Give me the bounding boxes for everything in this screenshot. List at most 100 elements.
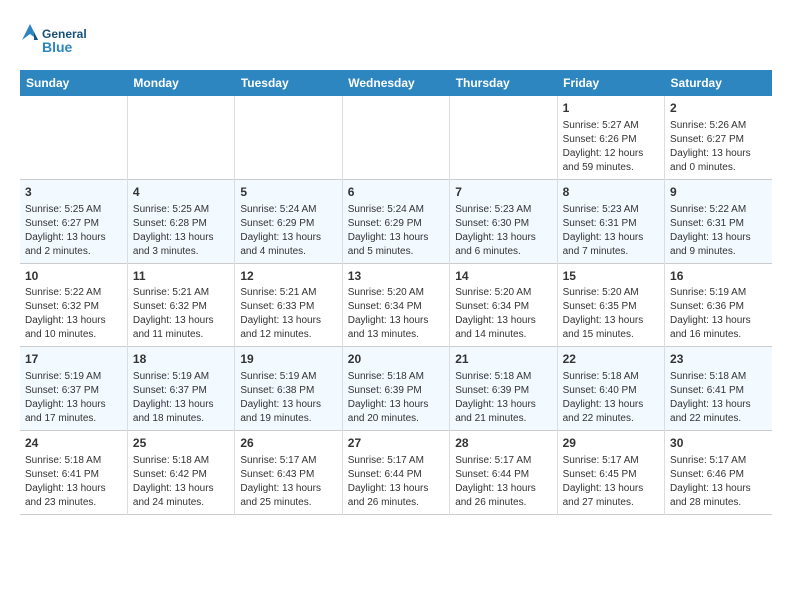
day-cell [450,96,557,179]
day-info: Sunrise: 5:25 AM [25,203,122,217]
day-info: Sunset: 6:31 PM [563,217,659,231]
day-info: Daylight: 13 hours and 6 minutes. [455,231,551,259]
day-cell: 14Sunrise: 5:20 AMSunset: 6:34 PMDayligh… [450,263,557,347]
day-info: Sunset: 6:32 PM [133,300,229,314]
day-cell: 10Sunrise: 5:22 AMSunset: 6:32 PMDayligh… [20,263,127,347]
day-info: Sunrise: 5:22 AM [670,203,767,217]
day-info: Daylight: 13 hours and 0 minutes. [670,147,767,175]
day-number: 2 [670,100,767,117]
day-cell: 18Sunrise: 5:19 AMSunset: 6:37 PMDayligh… [127,347,234,431]
day-info: Daylight: 13 hours and 23 minutes. [25,482,122,510]
day-cell: 4Sunrise: 5:25 AMSunset: 6:28 PMDaylight… [127,179,234,263]
day-info: Sunset: 6:35 PM [563,300,659,314]
svg-text:Blue: Blue [42,39,73,55]
day-info: Daylight: 13 hours and 11 minutes. [133,314,229,342]
day-info: Daylight: 13 hours and 18 minutes. [133,398,229,426]
day-cell: 22Sunrise: 5:18 AMSunset: 6:40 PMDayligh… [557,347,664,431]
day-cell: 23Sunrise: 5:18 AMSunset: 6:41 PMDayligh… [665,347,772,431]
day-header-thursday: Thursday [450,70,557,96]
day-number: 16 [670,268,767,285]
day-info: Sunrise: 5:17 AM [563,454,659,468]
day-info: Daylight: 13 hours and 22 minutes. [563,398,659,426]
day-cell: 17Sunrise: 5:19 AMSunset: 6:37 PMDayligh… [20,347,127,431]
day-info: Sunset: 6:38 PM [240,384,336,398]
day-info: Sunrise: 5:23 AM [563,203,659,217]
day-info: Sunset: 6:27 PM [670,133,767,147]
day-info: Daylight: 12 hours and 59 minutes. [563,147,659,175]
day-info: Sunset: 6:40 PM [563,384,659,398]
day-info: Sunrise: 5:23 AM [455,203,551,217]
day-number: 6 [348,184,444,201]
day-cell: 1 Sunrise: 5:27 AMSunset: 6:26 PMDaylight… [557,96,664,179]
day-info: Daylight: 13 hours and 26 minutes. [455,482,551,510]
day-info: Sunset: 6:39 PM [455,384,551,398]
day-cell: 13Sunrise: 5:20 AMSunset: 6:34 PMDayligh… [342,263,449,347]
calendar-table: SundayMondayTuesdayWednesdayThursdayFrid… [20,70,772,515]
day-number: 29 [563,435,659,452]
day-info: Sunrise: 5:26 AM [670,119,767,133]
day-info: Sunset: 6:30 PM [455,217,551,231]
day-info: Sunset: 6:31 PM [670,217,767,231]
day-info: Sunrise: 5:20 AM [563,286,659,300]
day-header-monday: Monday [127,70,234,96]
day-info: Sunset: 6:37 PM [133,384,229,398]
day-info: Sunrise: 5:18 AM [670,370,767,384]
day-info: Sunset: 6:36 PM [670,300,767,314]
day-number: 11 [133,268,229,285]
day-number: 1 [563,100,659,117]
week-row-2: 3Sunrise: 5:25 AMSunset: 6:27 PMDaylight… [20,179,772,263]
day-info: Sunrise: 5:17 AM [670,454,767,468]
day-number: 5 [240,184,336,201]
day-info: Daylight: 13 hours and 9 minutes. [670,231,767,259]
day-info: Sunset: 6:29 PM [348,217,444,231]
day-number: 17 [25,351,122,368]
page-header: General Blue [20,20,772,60]
day-info: Sunrise: 5:17 AM [348,454,444,468]
day-info: Sunset: 6:26 PM [563,133,659,147]
day-info: Sunrise: 5:27 AM [563,119,659,133]
day-number: 28 [455,435,551,452]
day-number: 30 [670,435,767,452]
day-info: Daylight: 13 hours and 24 minutes. [133,482,229,510]
day-info: Daylight: 13 hours and 13 minutes. [348,314,444,342]
day-cell: 6Sunrise: 5:24 AMSunset: 6:29 PMDaylight… [342,179,449,263]
day-number: 15 [563,268,659,285]
day-info: Sunset: 6:41 PM [670,384,767,398]
day-info: Daylight: 13 hours and 17 minutes. [25,398,122,426]
day-info: Sunset: 6:44 PM [455,468,551,482]
day-info: Sunrise: 5:19 AM [25,370,122,384]
day-info: Sunset: 6:29 PM [240,217,336,231]
day-info: Sunrise: 5:19 AM [670,286,767,300]
day-number: 7 [455,184,551,201]
day-header-tuesday: Tuesday [235,70,342,96]
day-info: Sunrise: 5:18 AM [455,370,551,384]
week-row-1: 1Sunrise: 5:27 AMSunset: 6:26 PMDaylight… [20,96,772,179]
day-cell [235,96,342,179]
logo-svg: General Blue [20,20,100,60]
day-info: Daylight: 13 hours and 21 minutes. [455,398,551,426]
day-cell [127,96,234,179]
day-info: Daylight: 13 hours and 2 minutes. [25,231,122,259]
day-info: Daylight: 13 hours and 5 minutes. [348,231,444,259]
day-cell: 15Sunrise: 5:20 AMSunset: 6:35 PMDayligh… [557,263,664,347]
day-cell: 26Sunrise: 5:17 AMSunset: 6:43 PMDayligh… [235,431,342,515]
day-info: Sunrise: 5:25 AM [133,203,229,217]
day-number: 22 [563,351,659,368]
day-number: 10 [25,268,122,285]
day-info: Sunset: 6:28 PM [133,217,229,231]
day-info: Daylight: 13 hours and 20 minutes. [348,398,444,426]
day-cell: 30Sunrise: 5:17 AMSunset: 6:46 PMDayligh… [665,431,772,515]
day-number: 8 [563,184,659,201]
day-info: Daylight: 13 hours and 14 minutes. [455,314,551,342]
day-info: Daylight: 13 hours and 10 minutes. [25,314,122,342]
day-info: Sunrise: 5:18 AM [133,454,229,468]
day-info: Daylight: 13 hours and 26 minutes. [348,482,444,510]
day-info: Sunrise: 5:20 AM [348,286,444,300]
day-cell [342,96,449,179]
day-info: Sunrise: 5:21 AM [133,286,229,300]
day-cell: 27Sunrise: 5:17 AMSunset: 6:44 PMDayligh… [342,431,449,515]
day-cell: 11Sunrise: 5:21 AMSunset: 6:32 PMDayligh… [127,263,234,347]
day-info: Daylight: 13 hours and 16 minutes. [670,314,767,342]
day-cell: 2 Sunrise: 5:26 AMSunset: 6:27 PMDaylight… [665,96,772,179]
day-cell: 16Sunrise: 5:19 AMSunset: 6:36 PMDayligh… [665,263,772,347]
